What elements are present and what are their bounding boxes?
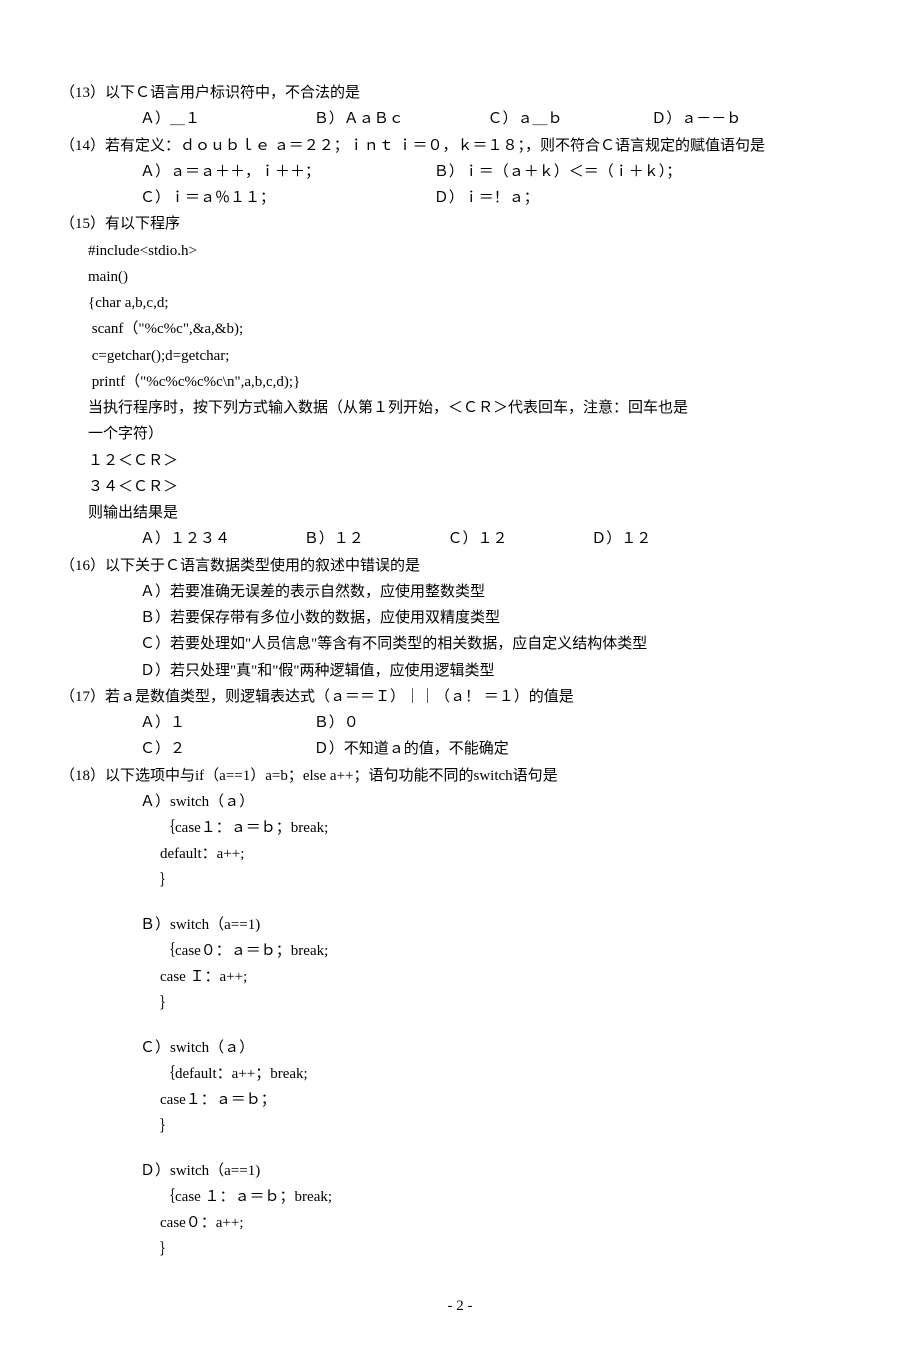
q13-opt-b: Ｂ）ＡａＢｃ	[314, 106, 484, 132]
q14-options-2: Ｃ）ｉ＝ａ％１１； Ｄ）ｉ＝！ａ；	[60, 185, 860, 211]
q18-opt-c-4: ｝	[60, 1114, 860, 1140]
q16-opt-d: Ｄ）若只处理"真"和"假"两种逻辑值，应使用逻辑类型	[60, 658, 860, 684]
q16-text: （16）以下关于Ｃ语言数据类型使用的叙述中错误的是	[60, 553, 860, 579]
q17-opt-d: Ｄ）不知道ａ的值，不能确定	[314, 736, 509, 762]
q15-text: （15）有以下程序	[60, 211, 860, 237]
q16-opt-b: Ｂ）若要保存带有多位小数的数据，应使用双精度类型	[60, 605, 860, 631]
spacer	[60, 894, 860, 912]
q13-options: Ａ）＿１ Ｂ）ＡａＢｃ Ｃ）ａ＿ｂ Ｄ）ａ－－ｂ	[60, 106, 860, 132]
q15-t1: 当执行程序时，按下列方式输入数据（从第１列开始，＜ＣＲ＞代表回车，注意：回车也是	[60, 395, 860, 421]
q18-opt-c-3: case１：ａ＝ｂ；	[60, 1087, 860, 1113]
q17-options-1: Ａ）１ Ｂ）０	[60, 710, 860, 736]
q18-opt-d-1: Ｄ）switch（a==1)	[60, 1158, 860, 1184]
q18-opt-b-4: ｝	[60, 991, 860, 1017]
q18-opt-d-2: ｛case １：ａ＝ｂ；break;	[60, 1184, 860, 1210]
q18-opt-b-3: case Ｉ：a++;	[60, 964, 860, 990]
q18-opt-c-1: Ｃ）switch（ａ）	[60, 1035, 860, 1061]
q14-text: （14）若有定义：ｄｏｕｂｌｅ ａ＝２２；ｉｎｔ ｉ＝０，ｋ＝１８；，则不符合Ｃ…	[60, 133, 860, 159]
q18-opt-c-2: ｛default：a++；break;	[60, 1061, 860, 1087]
q18-opt-a-1: Ａ）switch（ａ）	[60, 789, 860, 815]
spacer	[60, 1140, 860, 1158]
q15-code-4: scanf（"%c%c",&a,&b);	[60, 316, 860, 342]
q17-options-2: Ｃ）２ Ｄ）不知道ａ的值，不能确定	[60, 736, 860, 762]
q17-opt-b: Ｂ）０	[314, 710, 359, 736]
q15-options: Ａ）１２３４ Ｂ）１２ Ｃ）１２ Ｄ）１２	[60, 526, 860, 552]
q15-t5: 则输出结果是	[60, 500, 860, 526]
q15-opt-c: Ｃ）１２	[448, 526, 588, 552]
q18-opt-d-3: case０：a++;	[60, 1210, 860, 1236]
q15-t2: 一个字符）	[60, 421, 860, 447]
q18-opt-b-1: Ｂ）switch（a==1)	[60, 912, 860, 938]
q18-opt-a-4: ｝	[60, 868, 860, 894]
q17-opt-c: Ｃ）２	[140, 736, 310, 762]
q18-text: （18）以下选项中与if（a==1）a=b；else a++；语句功能不同的sw…	[60, 763, 860, 789]
q14-opt-c: Ｃ）ｉ＝ａ％１１；	[140, 185, 430, 211]
q15-t4: ３４＜ＣＲ＞	[60, 474, 860, 500]
q15-code-6: printf（"%c%c%c%c\n",a,b,c,d);}	[60, 369, 860, 395]
spacer	[60, 1017, 860, 1035]
q18-opt-d-4: ｝	[60, 1237, 860, 1263]
page-number: - 2 -	[60, 1293, 860, 1319]
question-13: （13）以下Ｃ语言用户标识符中，不合法的是 Ａ）＿１ Ｂ）ＡａＢｃ Ｃ）ａ＿ｂ …	[60, 80, 860, 133]
q14-options-1: Ａ）ａ＝ａ＋＋，ｉ＋＋； Ｂ）ｉ＝（ａ＋ｋ）＜＝（ｉ＋ｋ）；	[60, 159, 860, 185]
q17-text: （17）若ａ是数值类型，则逻辑表达式（ａ＝＝Ｉ）｜｜（ａ！ ＝１）的值是	[60, 684, 860, 710]
q17-opt-a: Ａ）１	[140, 710, 310, 736]
q15-code-2: main()	[60, 264, 860, 290]
q15-opt-a: Ａ）１２３４	[140, 526, 300, 552]
q13-opt-a: Ａ）＿１	[140, 106, 310, 132]
q18-opt-a-2: ｛case１：ａ＝ｂ；break;	[60, 815, 860, 841]
q16-opt-c: Ｃ）若要处理如"人员信息"等含有不同类型的相关数据，应自定义结构体类型	[60, 631, 860, 657]
q14-opt-d: Ｄ）ｉ＝！ａ；	[434, 185, 539, 211]
q14-opt-b: Ｂ）ｉ＝（ａ＋ｋ）＜＝（ｉ＋ｋ）；	[434, 159, 682, 185]
q18-opt-a-3: default：a++;	[60, 841, 860, 867]
q15-code-3: {char a,b,c,d;	[60, 290, 860, 316]
q13-text: （13）以下Ｃ语言用户标识符中，不合法的是	[60, 80, 860, 106]
q18-opt-b-2: ｛case０：ａ＝ｂ；break;	[60, 938, 860, 964]
question-16: （16）以下关于Ｃ语言数据类型使用的叙述中错误的是 Ａ）若要准确无误差的表示自然…	[60, 553, 860, 684]
q15-t3: １２＜ＣＲ＞	[60, 448, 860, 474]
q15-code-5: c=getchar();d=getchar;	[60, 343, 860, 369]
question-14: （14）若有定义：ｄｏｕｂｌｅ ａ＝２２；ｉｎｔ ｉ＝０，ｋ＝１８；，则不符合Ｃ…	[60, 133, 860, 212]
question-18: （18）以下选项中与if（a==1）a=b；else a++；语句功能不同的sw…	[60, 763, 860, 1263]
q13-opt-d: Ｄ）ａ－－ｂ	[651, 106, 741, 132]
question-17: （17）若ａ是数值类型，则逻辑表达式（ａ＝＝Ｉ）｜｜（ａ！ ＝１）的值是 Ａ）１…	[60, 684, 860, 763]
q15-opt-b: Ｂ）１２	[304, 526, 444, 552]
q16-opt-a: Ａ）若要准确无误差的表示自然数，应使用整数类型	[60, 579, 860, 605]
q13-opt-c: Ｃ）ａ＿ｂ	[488, 106, 648, 132]
q15-code-1: #include<stdio.h>	[60, 238, 860, 264]
q14-opt-a: Ａ）ａ＝ａ＋＋，ｉ＋＋；	[140, 159, 430, 185]
q15-opt-d: Ｄ）１２	[591, 526, 651, 552]
question-15: （15）有以下程序 #include<stdio.h> main() {char…	[60, 211, 860, 552]
